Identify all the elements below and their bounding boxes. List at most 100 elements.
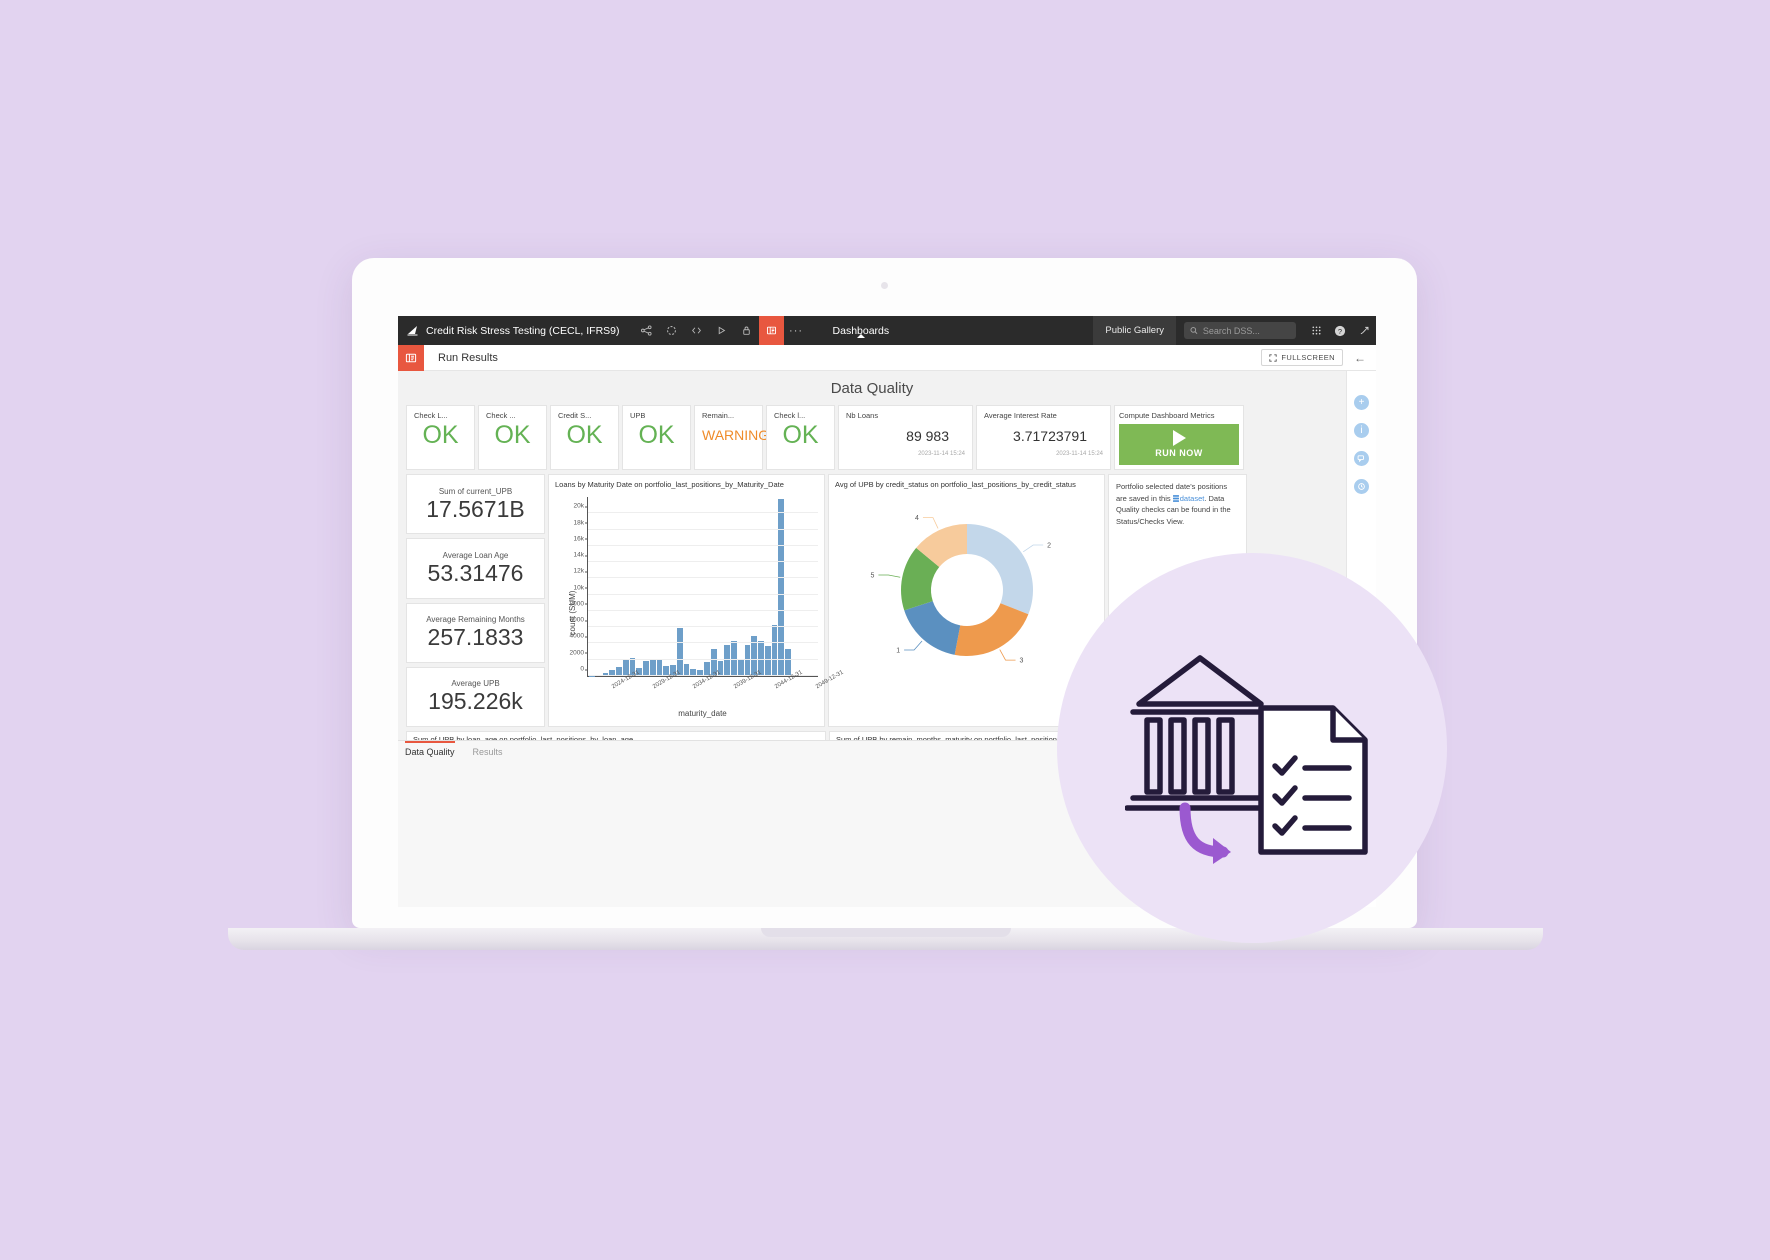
- fullscreen-icon: [1269, 353, 1278, 362]
- check-tile[interactable]: Check L... OK: [406, 405, 475, 470]
- history-circle-icon[interactable]: [1354, 479, 1369, 494]
- bar[interactable]: [622, 659, 629, 676]
- search-input[interactable]: [1202, 325, 1290, 336]
- check-tile-label: Remain...: [702, 411, 735, 420]
- bank-checklist-illustration: [1125, 655, 1368, 864]
- bar[interactable]: [771, 625, 778, 676]
- check-tile-label: Check ...: [486, 411, 516, 420]
- status-badge: WARNING: [702, 427, 770, 443]
- public-gallery-button[interactable]: Public Gallery: [1093, 316, 1176, 345]
- note-line-4: Status/Checks View.: [1116, 516, 1185, 526]
- bar[interactable]: [785, 649, 791, 676]
- more-options-icon[interactable]: ···: [784, 316, 809, 345]
- donut-leader-line: [877, 574, 900, 578]
- dashboard-icon[interactable]: [758, 316, 784, 345]
- kpi-card-value: 53.31476: [427, 559, 524, 586]
- kpi-tile-nb-loans[interactable]: Nb Loans 89 983 2023-11-14 15:24: [838, 405, 973, 470]
- share-icon[interactable]: [634, 316, 659, 345]
- donut-graphic: 2 3 1 5 4: [859, 505, 1075, 680]
- bar[interactable]: [724, 645, 731, 676]
- back-arrow-icon[interactable]: ←: [1351, 351, 1369, 365]
- lock-icon[interactable]: [734, 316, 759, 345]
- gridline: [588, 626, 818, 628]
- donut-slice-label: 4: [915, 515, 919, 522]
- kpi-timestamp: 2023-11-14 15:24: [1056, 451, 1103, 457]
- gridline: [588, 609, 818, 611]
- bar-series: [589, 497, 818, 676]
- check-tile-label: Check l...: [774, 411, 806, 420]
- check-tile[interactable]: Check ... OK: [478, 405, 547, 470]
- donut-chart-title: Avg of UPB by credit_status on portfolio…: [835, 480, 1076, 489]
- bar[interactable]: [656, 660, 663, 676]
- check-tile-label: UPB: [630, 411, 646, 420]
- donut-leader-line: [922, 517, 938, 529]
- code-icon[interactable]: [684, 316, 709, 345]
- gridline: [588, 675, 818, 676]
- refresh-icon[interactable]: [659, 316, 684, 345]
- info-circle-icon[interactable]: i: [1354, 423, 1369, 438]
- donut-slice[interactable]: [966, 524, 1033, 615]
- kpi-label: Nb Loans: [846, 411, 879, 420]
- bar-chart-ylabel: count (SUM): [567, 590, 577, 636]
- kpi-card-average-upb[interactable]: Average UPB 195.226k: [406, 666, 545, 727]
- dataset-link[interactable]: dataset: [1180, 494, 1205, 503]
- tab-results[interactable]: Results: [473, 741, 503, 763]
- grid-apps-icon[interactable]: [1304, 316, 1328, 345]
- bar-chart-panel[interactable]: Loans by Maturity Date on portfolio_last…: [548, 474, 844, 727]
- kpi-column: Sum of current_UPB 17.5671B Average Loan…: [406, 474, 545, 727]
- top-navigation-bar: Credit Risk Stress Testing (CECL, IFRS9)…: [398, 316, 1376, 345]
- help-icon[interactable]: ?: [1328, 316, 1352, 345]
- donut-slice-label: 3: [1019, 658, 1023, 665]
- kpi-card-sum-upb[interactable]: Sum of current_UPB 17.5671B: [406, 474, 545, 535]
- donut-chart-panel[interactable]: Avg of UPB by credit_status on portfolio…: [828, 474, 1105, 727]
- y-axis-tick: 6000: [569, 616, 589, 624]
- tab-data-quality[interactable]: Data Quality: [405, 741, 455, 763]
- check-tile-label: Check L...: [414, 411, 448, 420]
- bar[interactable]: [778, 499, 785, 676]
- kpi-card-value: 17.5671B: [426, 495, 525, 522]
- project-title[interactable]: Credit Risk Stress Testing (CECL, IFRS9): [426, 325, 634, 337]
- run-now-button[interactable]: RUN NOW: [1119, 424, 1239, 465]
- kpi-tile-interest-rate[interactable]: Average Interest Rate 3.71723791 2023-11…: [976, 405, 1111, 470]
- donut-slice[interactable]: [954, 603, 1028, 656]
- y-axis-tick: 18k: [573, 519, 589, 527]
- plus-circle-icon[interactable]: +: [1354, 395, 1369, 410]
- y-axis-tick: 14k: [573, 551, 589, 559]
- check-tile[interactable]: Credit S... OK: [550, 405, 619, 470]
- bar-chart-plot: 0 2000 4000 6000 8000 10k 12k 14k 16k 18k 20k: [570, 497, 818, 677]
- check-tile[interactable]: UPB OK: [622, 405, 691, 470]
- kpi-timestamp: 2023-11-14 15:24: [918, 451, 965, 457]
- kpi-card-remaining-months[interactable]: Average Remaining Months 257.1833: [406, 602, 545, 663]
- bar[interactable]: [649, 658, 656, 676]
- search-box[interactable]: [1184, 322, 1296, 339]
- donut-slice-label: 2: [1047, 543, 1051, 550]
- bar[interactable]: [737, 658, 744, 676]
- donut-leader-line: [903, 640, 922, 651]
- kpi-card-value: 257.1833: [427, 624, 524, 651]
- bar[interactable]: [643, 660, 649, 676]
- compute-metrics-tile: Compute Dashboard Metrics RUN NOW: [1114, 405, 1244, 470]
- bar[interactable]: [744, 644, 751, 676]
- donut-slice[interactable]: [903, 601, 960, 655]
- bar-chart-xlabel: maturity_date: [678, 709, 727, 718]
- kpi-card-loan-age[interactable]: Average Loan Age 53.31476: [406, 538, 545, 599]
- check-tile[interactable]: Remain... WARNING: [694, 405, 770, 470]
- gridline: [588, 658, 818, 660]
- trending-arrow-icon[interactable]: [1352, 316, 1376, 345]
- play-icon[interactable]: [709, 316, 734, 345]
- sub-header-right: FULLSCREEN ←: [1261, 349, 1376, 366]
- gridline: [588, 512, 818, 514]
- kpi-value: 89 983: [906, 428, 949, 444]
- check-tile-label: Credit S...: [558, 411, 592, 420]
- y-axis-tick: 20k: [573, 502, 589, 510]
- comment-circle-icon[interactable]: [1354, 451, 1369, 466]
- kpi-value: 3.71723791: [1013, 428, 1087, 444]
- dataiku-logo-icon[interactable]: [398, 324, 426, 337]
- y-axis-tick: 10k: [573, 584, 589, 592]
- run-now-label: RUN NOW: [1155, 448, 1203, 458]
- fullscreen-button[interactable]: FULLSCREEN: [1261, 349, 1343, 366]
- note-line-3: checks can be found in the: [1141, 505, 1231, 515]
- bar[interactable]: [764, 645, 771, 676]
- nav-section-dashboards[interactable]: Dashboards: [825, 325, 898, 338]
- check-tile[interactable]: Check l... OK: [766, 405, 835, 470]
